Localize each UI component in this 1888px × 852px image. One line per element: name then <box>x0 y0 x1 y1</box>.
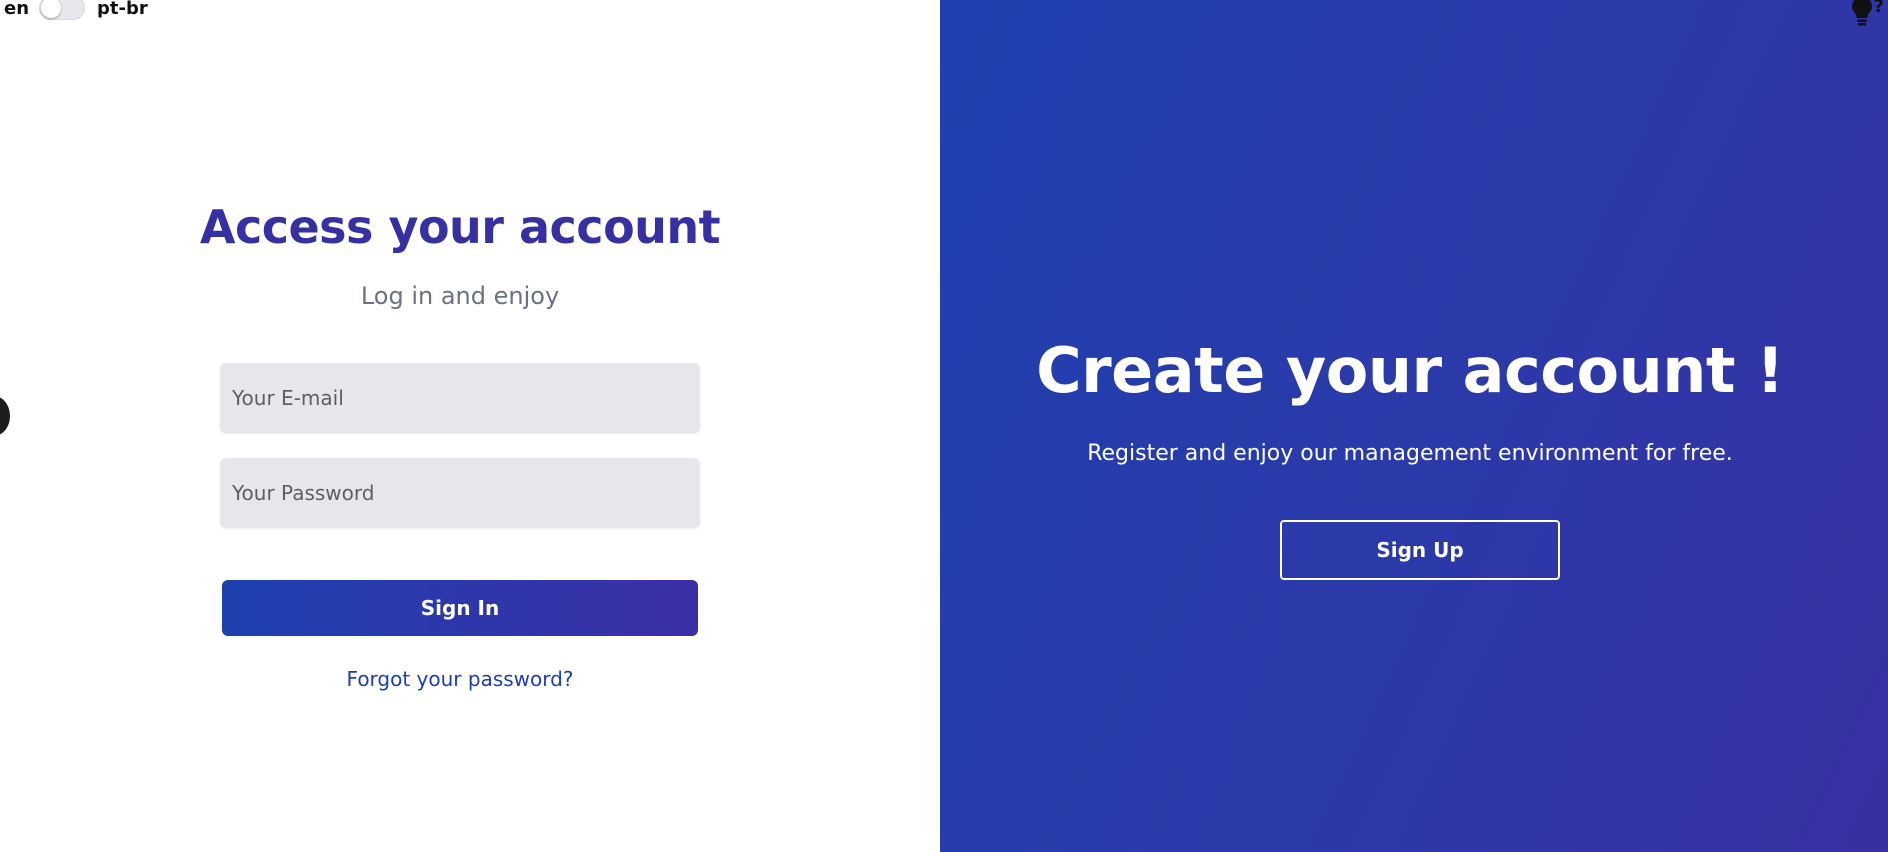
signup-panel: Create your account ! Register and enjoy… <box>940 0 1888 852</box>
side-handle[interactable] <box>0 396 10 436</box>
sign-up-button[interactable]: Sign Up <box>1280 520 1560 580</box>
hint-mark: ? <box>1873 0 1884 17</box>
hint-button[interactable]: ? <box>1850 0 1884 26</box>
login-panel: en pt-br Access your account Log in and … <box>0 0 940 852</box>
language-toggle[interactable]: en pt-br <box>0 0 148 20</box>
forgot-password-link[interactable]: Forgot your password? <box>0 667 920 691</box>
language-option-pt-br[interactable]: pt-br <box>97 0 148 19</box>
email-field[interactable] <box>220 363 700 433</box>
language-option-en[interactable]: en <box>4 0 29 19</box>
login-subtitle: Log in and enjoy <box>360 282 560 310</box>
signup-title: Create your account ! <box>1036 334 1784 407</box>
switch-knob[interactable] <box>41 0 62 18</box>
lightbulb-icon[interactable] <box>1850 0 1874 26</box>
login-title: Access your account <box>199 200 721 254</box>
password-field[interactable] <box>220 458 700 528</box>
language-switch[interactable] <box>39 0 86 20</box>
sign-in-button[interactable]: Sign In <box>222 580 698 636</box>
signup-subtitle: Register and enjoy our management enviro… <box>1087 441 1733 466</box>
